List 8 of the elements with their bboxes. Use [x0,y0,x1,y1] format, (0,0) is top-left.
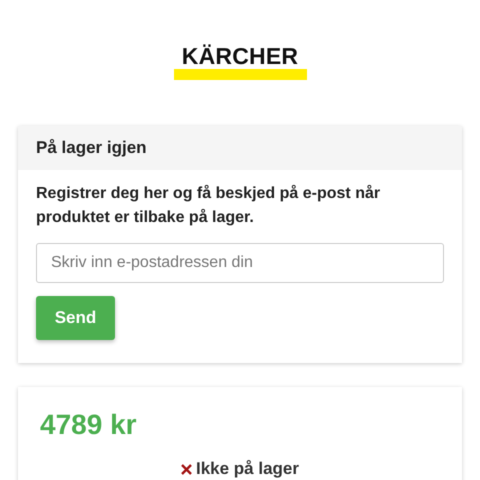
stock-status: Ikke på lager [196,459,299,479]
logo: KÄRCHER [174,44,306,80]
description-text: Registrer deg her og få beskjed på e-post når produktet er tilbake på lager. [36,184,382,228]
cross-icon [180,464,192,474]
send-button[interactable]: Send [36,296,115,340]
card-title: På lager igjen [36,138,147,158]
price-text: 4789 kr [40,409,138,441]
email-field[interactable]: Skriv inn e-postadressen din [36,243,444,283]
